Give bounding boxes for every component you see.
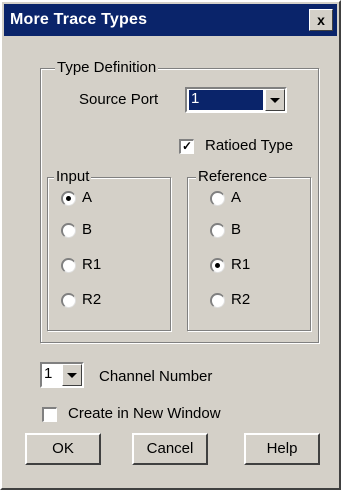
type-definition-legend: Type Definition xyxy=(55,59,159,77)
input-radio-r2[interactable] xyxy=(61,293,76,308)
chevron-down-icon xyxy=(67,373,77,378)
input-legend: Input xyxy=(54,168,92,186)
ratioed-type-label[interactable]: Ratioed Type xyxy=(205,137,293,155)
window-title: More Trace Types xyxy=(10,11,148,28)
input-group: Input A B R1 R2 xyxy=(47,168,171,331)
reference-radio-b[interactable] xyxy=(210,223,225,238)
close-button[interactable]: x xyxy=(309,9,333,31)
reference-radio-a[interactable] xyxy=(210,191,225,206)
reference-option-r1[interactable]: R1 xyxy=(231,256,250,274)
more-trace-types-dialog: More Trace Types x Type Definition Sourc… xyxy=(0,0,341,490)
source-port-value: 1 xyxy=(189,90,263,110)
input-radio-a[interactable] xyxy=(61,191,76,206)
input-option-r2[interactable]: R2 xyxy=(82,291,101,309)
create-new-window-label[interactable]: Create in New Window xyxy=(68,405,221,423)
input-radio-b[interactable] xyxy=(61,223,76,238)
source-port-label: Source Port xyxy=(79,91,159,108)
reference-legend: Reference xyxy=(196,168,270,186)
source-port-dropdown[interactable]: 1 xyxy=(185,87,287,113)
channel-number-dropdown-button[interactable] xyxy=(62,364,82,386)
close-icon: x xyxy=(317,12,325,28)
reference-option-r2[interactable]: R2 xyxy=(231,291,250,309)
channel-number-value: 1 xyxy=(44,365,53,382)
channel-number-dropdown[interactable]: 1 xyxy=(40,362,84,388)
input-radio-r1[interactable] xyxy=(61,258,76,273)
source-port-dropdown-button[interactable] xyxy=(265,89,285,111)
create-new-window-checkbox[interactable] xyxy=(42,407,57,422)
cancel-button[interactable]: Cancel xyxy=(132,433,208,465)
reference-radio-r2[interactable] xyxy=(210,293,225,308)
input-option-a[interactable]: A xyxy=(82,189,92,207)
input-option-b[interactable]: B xyxy=(82,221,92,239)
reference-radio-r1[interactable] xyxy=(210,258,225,273)
type-definition-group: Type Definition Source Port 1 ✓ Ratioed … xyxy=(40,59,319,343)
ok-button[interactable]: OK xyxy=(25,433,101,465)
reference-option-a[interactable]: A xyxy=(231,189,241,207)
chevron-down-icon xyxy=(270,98,280,103)
channel-number-label: Channel Number xyxy=(99,368,213,385)
help-button[interactable]: Help xyxy=(244,433,320,465)
reference-option-b[interactable]: B xyxy=(231,221,241,239)
title-bar[interactable]: More Trace Types x xyxy=(4,4,337,36)
input-option-r1[interactable]: R1 xyxy=(82,256,101,274)
reference-group: Reference A B R1 R2 xyxy=(187,168,311,331)
ratioed-type-checkbox[interactable]: ✓ xyxy=(179,139,194,154)
